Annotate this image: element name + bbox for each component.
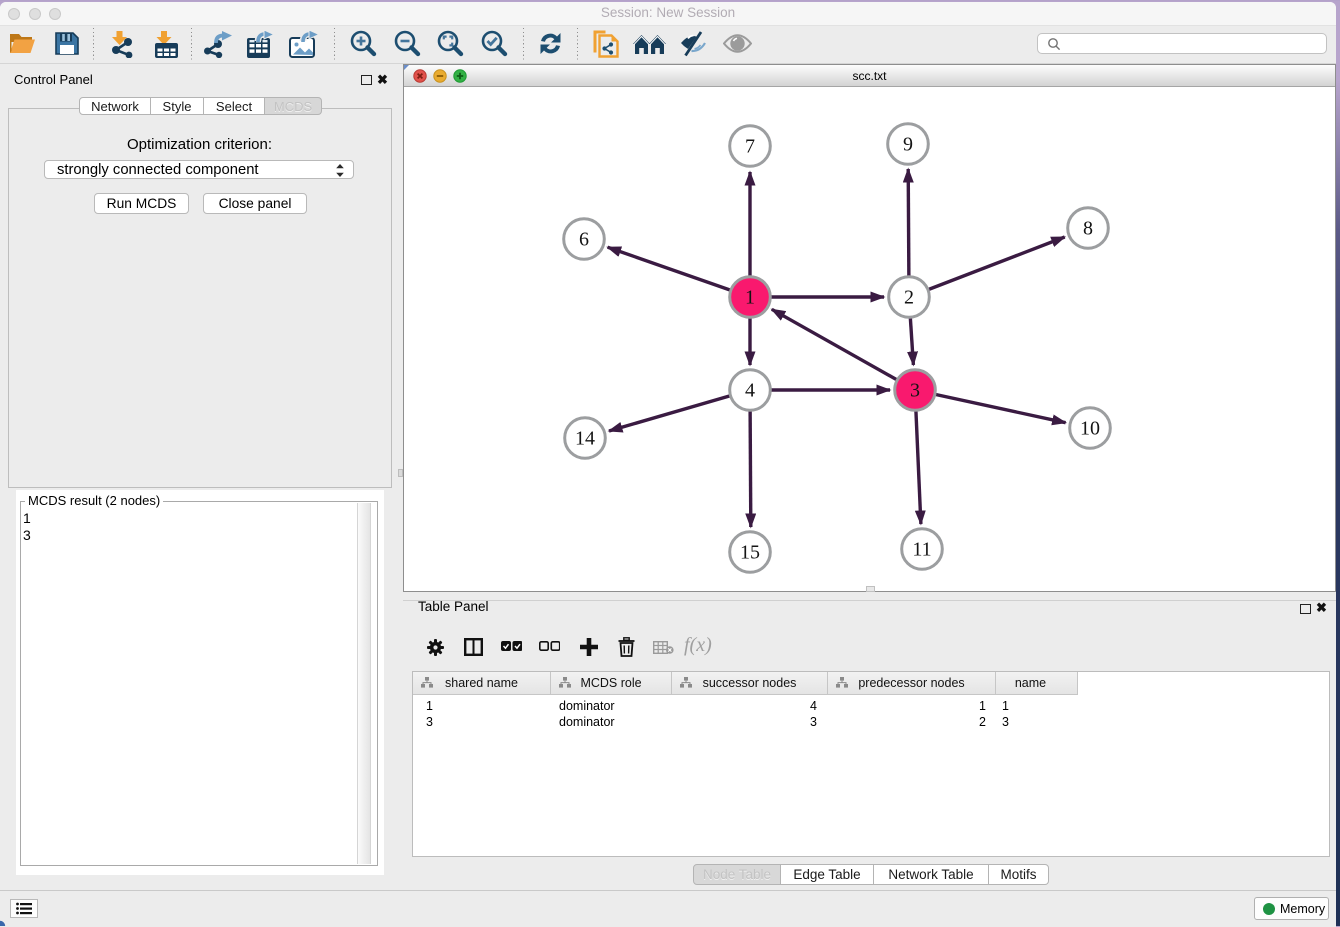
svg-text:14: 14 — [575, 428, 595, 450]
svg-text:8: 8 — [1083, 218, 1093, 240]
svg-text:6: 6 — [579, 229, 589, 251]
svg-text:7: 7 — [745, 136, 755, 158]
svg-text:10: 10 — [1080, 418, 1100, 440]
svg-text:1: 1 — [745, 287, 755, 309]
svg-text:9: 9 — [903, 134, 913, 156]
svg-text:4: 4 — [745, 380, 755, 402]
svg-text:3: 3 — [910, 380, 920, 402]
svg-text:15: 15 — [740, 542, 760, 564]
svg-text:2: 2 — [904, 287, 914, 309]
svg-text:11: 11 — [912, 539, 931, 561]
